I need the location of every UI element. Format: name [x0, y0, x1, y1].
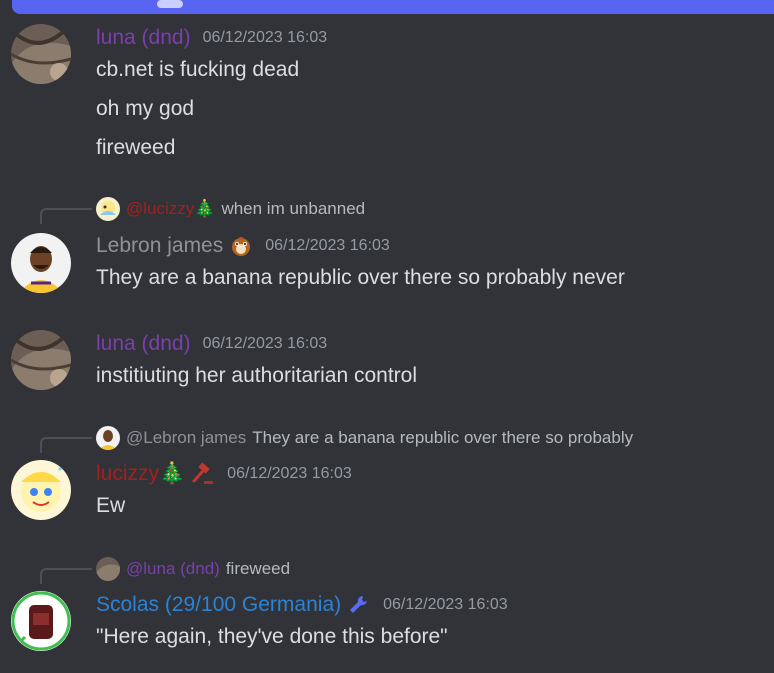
message-text: fireweed: [96, 136, 176, 159]
reply-mention[interactable]: @lucizzy🎄: [126, 199, 215, 219]
avatar[interactable]: [11, 460, 71, 520]
reply-text: fireweed: [225, 559, 291, 578]
reply-reference[interactable]: @lucizzy🎄 when im unbanned: [96, 197, 365, 221]
reply-avatar: [96, 426, 120, 450]
reply-text: They are a banana republic over there so…: [252, 428, 634, 447]
timestamp: 06/12/2023 16:03: [202, 335, 328, 352]
message-text: cb.net is fucking dead: [96, 58, 300, 81]
avatar[interactable]: [11, 24, 71, 84]
timestamp: 06/12/2023 16:03: [265, 237, 390, 254]
new-messages-bar[interactable]: [12, 0, 774, 14]
reply-spine: [40, 208, 92, 224]
author-name[interactable]: luna (dnd): [96, 332, 191, 356]
message-text: oh my god: [96, 97, 195, 120]
reply-avatar: [96, 197, 120, 221]
reply-mention[interactable]: @luna (dnd): [126, 559, 220, 579]
reply-avatar: [96, 557, 120, 581]
message-text: Ew: [96, 494, 126, 517]
reply-spine: [40, 568, 92, 584]
avatar[interactable]: [11, 330, 71, 390]
gavel-icon: [191, 462, 215, 486]
author-name[interactable]: luna (dnd): [96, 26, 191, 50]
reply-reference[interactable]: @luna (dnd) fireweed: [96, 557, 290, 581]
author-name[interactable]: Scolas (29/100 Germania): [96, 593, 341, 617]
tree-emoji: 🎄: [159, 462, 186, 485]
hamster-icon: [229, 234, 253, 258]
reply-text: when im unbanned: [221, 199, 366, 218]
timestamp: 06/12/2023 16:03: [383, 596, 508, 613]
message-text: They are a banana republic over there so…: [96, 266, 625, 289]
reply-reference[interactable]: @Lebron james They are a banana republic…: [96, 426, 633, 450]
message-text: "Here again, they've done this before": [96, 625, 448, 648]
author-name[interactable]: Lebron james: [96, 234, 223, 258]
wrench-icon: [347, 593, 371, 617]
message-text: institiuting her authoritarian control: [96, 364, 418, 387]
reply-mention[interactable]: @Lebron james: [126, 428, 246, 448]
avatar[interactable]: [11, 591, 71, 651]
author-name[interactable]: lucizzy: [96, 462, 159, 486]
tree-emoji: 🎄: [194, 199, 216, 218]
reply-spine: [40, 437, 92, 453]
bar-indicator: [157, 0, 183, 8]
timestamp: 06/12/2023 16:03: [202, 29, 328, 46]
timestamp: 06/12/2023 16:03: [227, 465, 352, 482]
avatar[interactable]: [11, 233, 71, 293]
